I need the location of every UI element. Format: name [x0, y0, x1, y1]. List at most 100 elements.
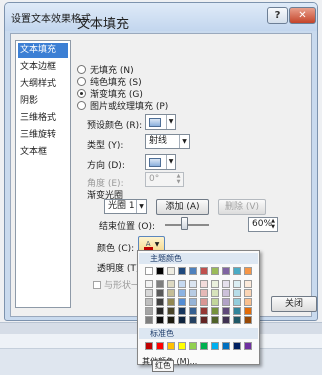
- theme-shade-swatch[interactable]: [244, 298, 252, 306]
- theme-shade-swatch[interactable]: [244, 316, 252, 324]
- nav-item-text-outline[interactable]: 文本边框: [18, 60, 68, 75]
- theme-color-swatch[interactable]: [156, 267, 164, 275]
- theme-shade-swatch[interactable]: [156, 280, 164, 288]
- theme-color-swatch[interactable]: [200, 267, 208, 275]
- theme-color-swatch[interactable]: [233, 267, 241, 275]
- theme-shade-swatch[interactable]: [222, 316, 230, 324]
- nav-item-shadow[interactable]: 阴影: [18, 94, 68, 109]
- radio-no-fill[interactable]: 无填充 (N): [77, 63, 134, 76]
- preset-colors-button[interactable]: ▼: [145, 114, 176, 130]
- theme-shade-swatch[interactable]: [145, 280, 153, 288]
- theme-shade-swatch[interactable]: [167, 307, 175, 315]
- standard-color-swatch[interactable]: [233, 342, 241, 350]
- theme-shade-swatch[interactable]: [167, 280, 175, 288]
- end-position-input[interactable]: 60% ▲ ▼: [248, 217, 278, 232]
- theme-shade-swatch[interactable]: [189, 298, 197, 306]
- theme-shade-swatch[interactable]: [244, 307, 252, 315]
- theme-shade-swatch[interactable]: [145, 316, 153, 324]
- theme-shade-swatch[interactable]: [200, 316, 208, 324]
- theme-shade-swatch[interactable]: [178, 316, 186, 324]
- theme-shade-swatch[interactable]: [233, 298, 241, 306]
- standard-color-swatch[interactable]: [178, 342, 186, 350]
- theme-shade-swatch[interactable]: [200, 307, 208, 315]
- chevron-down-icon: ▼: [136, 200, 146, 213]
- theme-shade-swatch[interactable]: [211, 307, 219, 315]
- close-x-button[interactable]: ✕: [289, 7, 316, 24]
- theme-shade-swatch[interactable]: [244, 280, 252, 288]
- theme-shade-swatch[interactable]: [178, 289, 186, 297]
- rotate-with-shape-checkbox[interactable]: 与形状一: [93, 278, 140, 291]
- nav-item-outline-style[interactable]: 大纲样式: [18, 77, 68, 92]
- theme-shade-swatch[interactable]: [167, 316, 175, 324]
- standard-color-swatch[interactable]: [145, 342, 153, 350]
- theme-color-swatch[interactable]: [145, 267, 153, 275]
- standard-color-swatch[interactable]: [189, 342, 197, 350]
- theme-colors-header: 主题颜色: [139, 253, 258, 264]
- theme-shade-swatch[interactable]: [222, 307, 230, 315]
- theme-color-swatch[interactable]: [178, 267, 186, 275]
- radio-icon: [77, 101, 86, 110]
- theme-shade-swatch[interactable]: [211, 298, 219, 306]
- theme-shade-swatch[interactable]: [189, 289, 197, 297]
- theme-shade-swatch[interactable]: [222, 280, 230, 288]
- theme-color-swatch[interactable]: [167, 267, 175, 275]
- close-button[interactable]: 关闭: [271, 296, 317, 312]
- nav-item-text-fill[interactable]: 文本填充: [18, 43, 68, 58]
- color-tooltip: 红色: [152, 360, 174, 372]
- theme-shade-swatch[interactable]: [233, 280, 241, 288]
- standard-color-swatch[interactable]: [222, 342, 230, 350]
- standard-color-swatch[interactable]: [211, 342, 219, 350]
- theme-shade-swatch[interactable]: [156, 316, 164, 324]
- theme-shade-swatch[interactable]: [145, 289, 153, 297]
- angle-spinner[interactable]: 0° ▲ ▼: [145, 172, 184, 187]
- theme-shade-swatch[interactable]: [167, 289, 175, 297]
- help-button[interactable]: ?: [267, 7, 288, 24]
- delete-stop-button[interactable]: 删除 (V): [218, 199, 266, 215]
- theme-shade-swatch[interactable]: [211, 316, 219, 324]
- position-slider-thumb[interactable]: [181, 217, 188, 230]
- theme-shade-swatch[interactable]: [178, 307, 186, 315]
- theme-shade-swatch[interactable]: [156, 289, 164, 297]
- theme-shade-swatch[interactable]: [233, 307, 241, 315]
- nav-item-3d-format[interactable]: 三维格式: [18, 111, 68, 126]
- theme-shade-swatch[interactable]: [233, 316, 241, 324]
- theme-shade-swatch[interactable]: [145, 307, 153, 315]
- theme-shade-swatch[interactable]: [178, 298, 186, 306]
- standard-color-swatch[interactable]: [200, 342, 208, 350]
- theme-shade-swatch[interactable]: [156, 298, 164, 306]
- theme-color-swatch[interactable]: [189, 267, 197, 275]
- radio-gradient-fill[interactable]: 渐变填充 (G): [77, 87, 143, 100]
- theme-shade-swatch[interactable]: [189, 307, 197, 315]
- theme-shade-swatch[interactable]: [200, 280, 208, 288]
- standard-color-swatch[interactable]: [244, 342, 252, 350]
- theme-shade-swatch[interactable]: [200, 298, 208, 306]
- end-position-label: 结束位置 (O):: [99, 222, 155, 232]
- theme-shade-swatch[interactable]: [211, 280, 219, 288]
- theme-shade-swatch[interactable]: [178, 280, 186, 288]
- nav-item-text-box[interactable]: 文本框: [18, 145, 68, 160]
- theme-shade-swatch[interactable]: [200, 289, 208, 297]
- theme-shade-swatch[interactable]: [156, 307, 164, 315]
- theme-shade-swatch[interactable]: [222, 289, 230, 297]
- theme-shade-swatch[interactable]: [189, 280, 197, 288]
- theme-shade-swatch[interactable]: [222, 298, 230, 306]
- radio-picture-fill[interactable]: 图片或纹理填充 (P): [77, 99, 168, 112]
- standard-color-swatch[interactable]: [156, 342, 164, 350]
- type-select[interactable]: 射线 ▼: [145, 134, 190, 149]
- theme-shade-swatch[interactable]: [145, 298, 153, 306]
- theme-color-swatch[interactable]: [211, 267, 219, 275]
- nav-item-3d-rotation[interactable]: 三维旋转: [18, 128, 68, 143]
- theme-shade-swatch[interactable]: [244, 289, 252, 297]
- radio-icon: [77, 77, 86, 86]
- gradient-stop-select[interactable]: 光圈 1 ▼: [104, 199, 147, 214]
- direction-button[interactable]: ▼: [145, 154, 176, 170]
- theme-shade-swatch[interactable]: [189, 316, 197, 324]
- radio-solid-fill[interactable]: 纯色填充 (S): [77, 75, 142, 88]
- theme-shade-swatch[interactable]: [233, 289, 241, 297]
- theme-shade-swatch[interactable]: [167, 298, 175, 306]
- theme-color-swatch[interactable]: [222, 267, 230, 275]
- add-stop-button[interactable]: 添加 (A): [156, 199, 209, 215]
- theme-color-swatch[interactable]: [244, 267, 252, 275]
- standard-color-swatch[interactable]: [167, 342, 175, 350]
- theme-shade-swatch[interactable]: [211, 289, 219, 297]
